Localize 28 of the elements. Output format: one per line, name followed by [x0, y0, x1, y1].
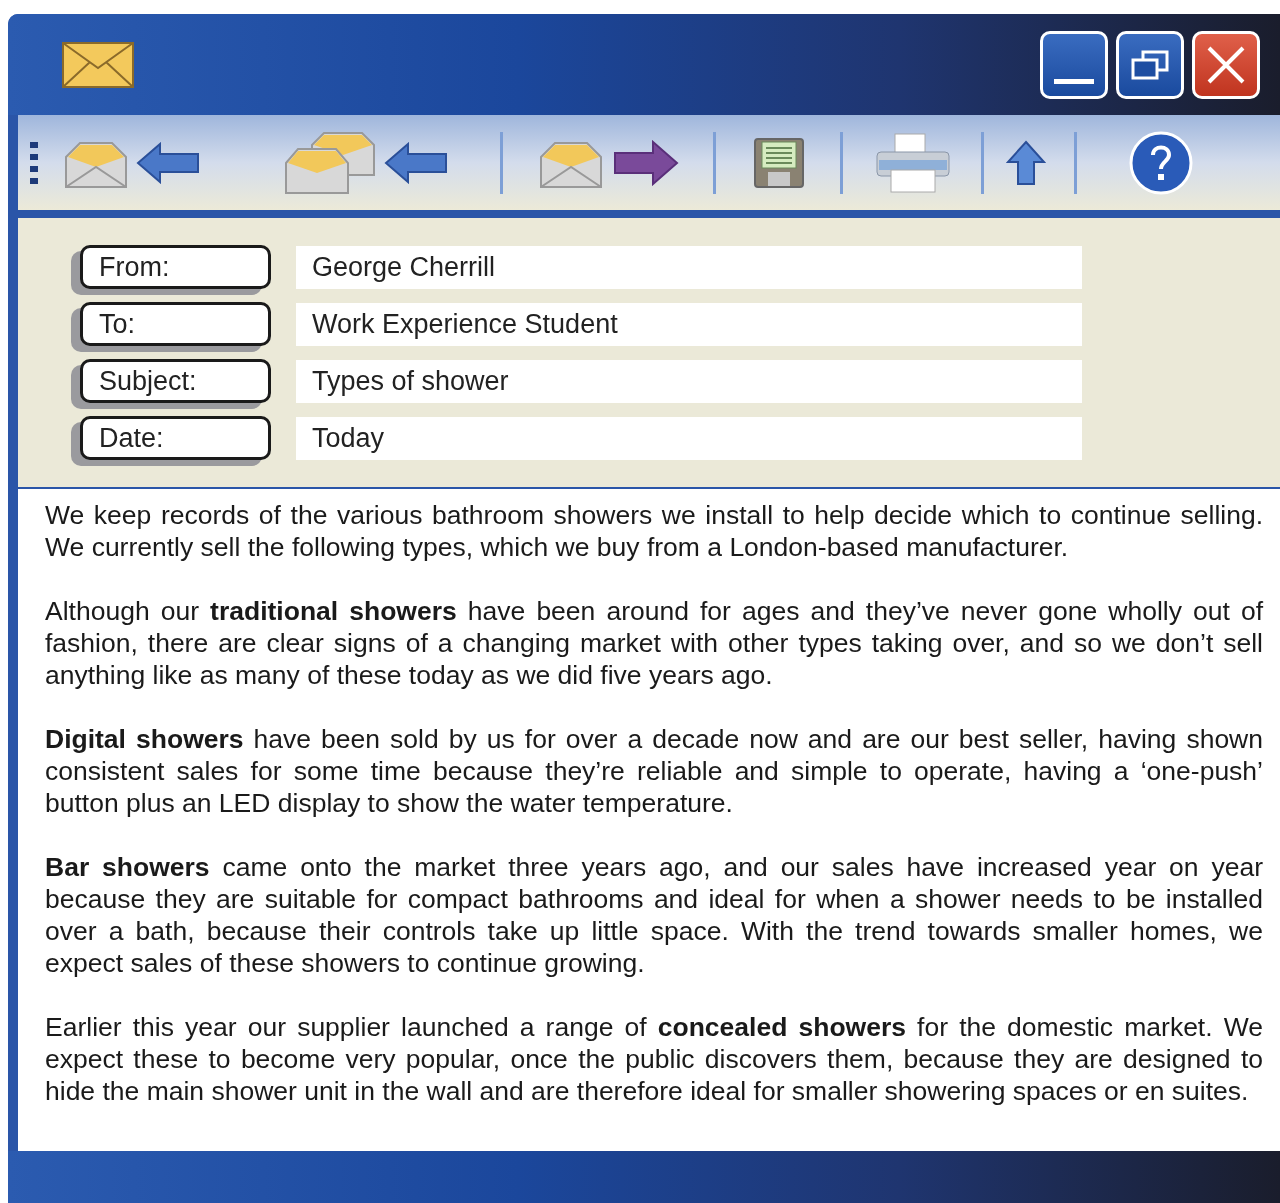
right-arrow-icon — [613, 139, 679, 186]
field-value: Work Experience Student — [296, 302, 1082, 346]
help-button[interactable] — [1129, 130, 1193, 195]
message-paragraph: Although our traditional showers have been around for ages and they’ve never gone wholly out of fashion, there are clear signs of a changing market with other types taking over, and so we don’t sell anything like as many of these today as we did five years ago. — [45, 595, 1263, 691]
minimize-button[interactable] — [1040, 30, 1108, 99]
left-arrow-icon — [136, 141, 200, 184]
left-arrow-icon — [384, 141, 448, 184]
help-icon — [1129, 130, 1193, 195]
message-paragraph: Earlier this year our supplier launched a range of concealed showers for the domestic market. We expect these to become very popular, once the public discovers them, because they are designed to hide the main shower unit in the wall and are therefore ideal for smaller showering spaces or en suites. — [45, 1011, 1263, 1107]
up-arrow-button[interactable] — [1006, 139, 1046, 186]
message-paragraph: Bar showers came onto the market three years ago, and our sales have increased year on year because they are suitable for compact bathrooms and ideal for when a shower needs to be installed over a bath, because their controls take up little space. With the trend towards smaller homes, we expect sales of these showers to continue growing. — [45, 851, 1263, 979]
message-paragraph: We keep records of the various bathroom showers we install to help decide which to continue selling. We currently sell the following types, which we buy from a London-based manufacturer. — [45, 499, 1263, 563]
close-icon — [1206, 44, 1246, 85]
field-value: George Cherrill — [296, 245, 1082, 289]
minimize-icon — [1054, 78, 1094, 84]
reply-all-button[interactable] — [284, 130, 448, 195]
restore-button[interactable] — [1116, 30, 1184, 99]
printer-icon — [873, 131, 953, 194]
field-value: Today — [296, 416, 1082, 460]
field-value: Types of shower — [296, 359, 1082, 403]
save-button[interactable] — [754, 137, 804, 188]
envelope-icon — [62, 41, 134, 88]
close-button[interactable] — [1192, 30, 1260, 99]
restore-icon — [1131, 49, 1169, 80]
envelopes-icon — [284, 130, 376, 195]
grip-icon — [30, 141, 38, 184]
message-paragraph: Digital showers have been sold by us for over a decade now and are our best seller, having shown consistent sales for some time because they’re reliable and simple to operate, having a ‘one-push’ button plus an LED display to show the water temperature. — [45, 723, 1263, 819]
up-arrow-icon — [1006, 139, 1046, 186]
